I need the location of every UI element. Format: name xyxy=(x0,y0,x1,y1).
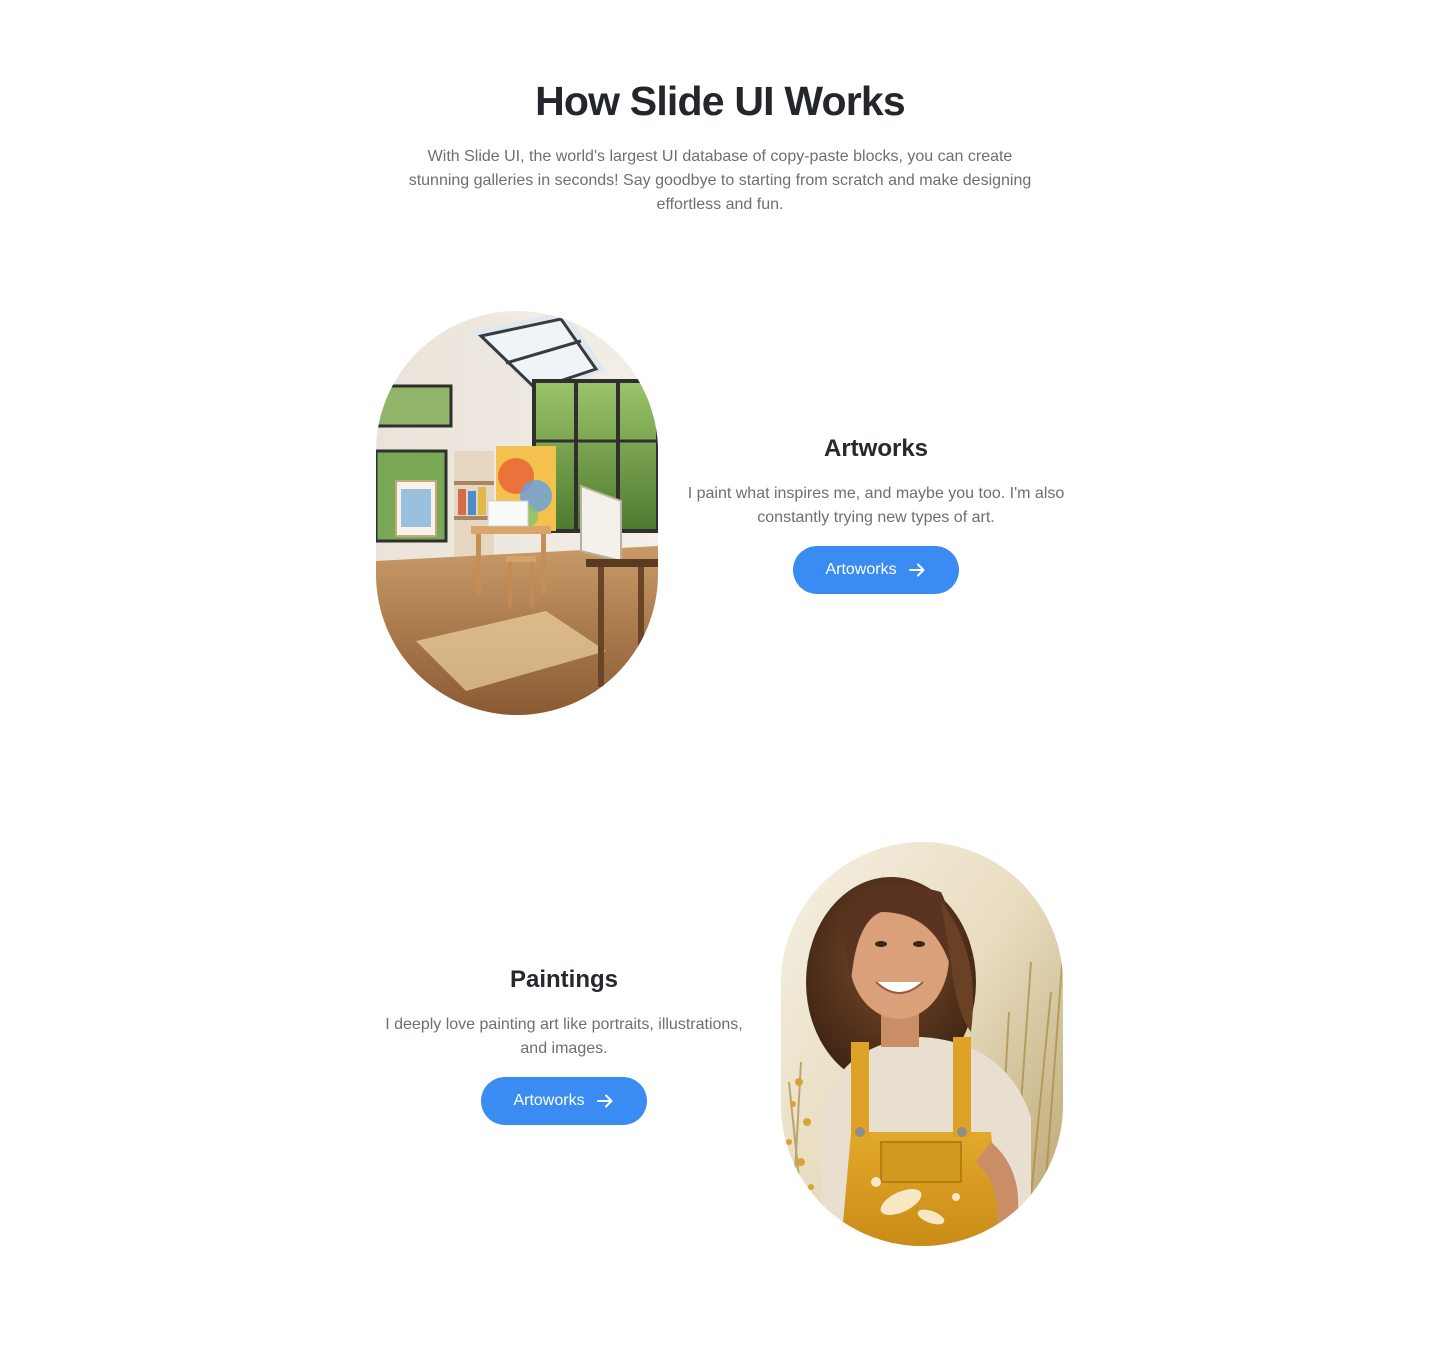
arrow-right-icon xyxy=(595,1091,615,1111)
feature-title: Paintings xyxy=(509,966,618,993)
feature-description: I paint what inspires me, and maybe you … xyxy=(687,485,1065,526)
artworks-button[interactable]: Artoworks xyxy=(793,546,959,594)
smiling-artist-portrait-photo xyxy=(781,842,1063,1246)
art-studio-photo xyxy=(376,311,658,715)
feature-paintings: Paintings I deeply love painting art lik… xyxy=(374,961,754,1125)
button-label: Artoworks xyxy=(513,1092,585,1109)
feature-title: Artworks xyxy=(823,435,929,462)
artist-portrait-illustration xyxy=(781,842,1063,1246)
button-label: Artoworks xyxy=(825,561,897,578)
page-intro: With Slide UI, the world's largest UI da… xyxy=(408,148,1032,213)
arrow-right-icon xyxy=(907,560,927,580)
paintings-artworks-button[interactable]: Artoworks xyxy=(481,1077,647,1125)
feature-artworks: Artworks I paint what inspires me, and m… xyxy=(686,430,1066,594)
page-title: How Slide UI Works xyxy=(535,78,906,124)
feature-description: I deeply love painting art like portrait… xyxy=(385,1016,743,1057)
art-studio-illustration xyxy=(376,311,658,715)
